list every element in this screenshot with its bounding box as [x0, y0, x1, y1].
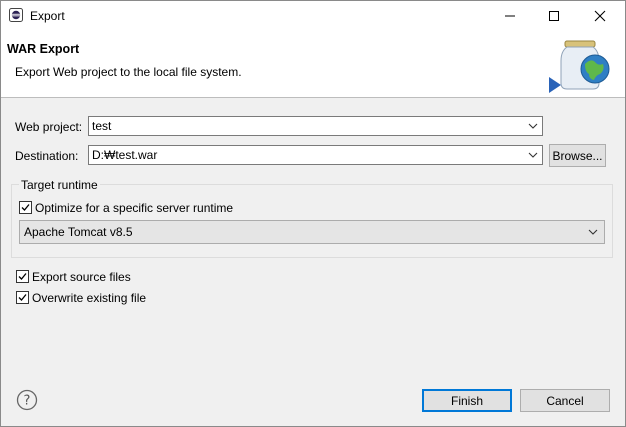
window-title: Export [30, 9, 65, 23]
checkmark-icon [18, 273, 27, 280]
maximize-icon [549, 11, 559, 21]
target-runtime-group-title: Target runtime [19, 178, 100, 192]
eclipse-app-icon [9, 8, 23, 22]
chevron-down-icon [528, 123, 538, 129]
web-project-label: Web project: [15, 120, 83, 134]
help-icon[interactable]: ? [16, 389, 38, 411]
optimize-runtime-label[interactable]: Optimize for a specific server runtime [35, 201, 233, 215]
destination-label: Destination: [15, 149, 79, 163]
minimize-icon [505, 15, 515, 17]
overwrite-file-label[interactable]: Overwrite existing file [32, 291, 146, 305]
maximize-button[interactable] [531, 1, 577, 31]
export-source-label[interactable]: Export source files [32, 270, 131, 284]
wizard-title: WAR Export [7, 42, 80, 56]
checkmark-icon [18, 294, 27, 301]
cancel-button[interactable]: Cancel [520, 389, 610, 412]
web-project-value: test [92, 119, 112, 133]
runtime-select-value: Apache Tomcat v8.5 [24, 225, 133, 239]
chevron-down-icon [588, 229, 598, 235]
wizard-header: WAR Export Export Web project to the loc… [1, 31, 625, 98]
web-project-combo[interactable]: test [88, 116, 543, 136]
checkmark-icon [21, 204, 30, 211]
minimize-button[interactable] [487, 1, 533, 31]
destination-combo[interactable]: D:₩test.war [88, 145, 543, 165]
runtime-select[interactable]: Apache Tomcat v8.5 [19, 220, 605, 244]
title-bar[interactable]: Export [1, 1, 625, 31]
destination-value: D:₩test.war [92, 148, 158, 162]
close-button[interactable] [577, 1, 623, 31]
close-icon [594, 10, 606, 22]
wizard-description: Export Web project to the local file sys… [15, 65, 242, 79]
export-source-checkbox[interactable] [16, 270, 29, 283]
svg-text:?: ? [24, 394, 31, 409]
overwrite-file-checkbox[interactable] [16, 291, 29, 304]
browse-button[interactable]: Browse... [549, 144, 606, 167]
optimize-runtime-checkbox[interactable] [19, 201, 32, 214]
war-export-wizard-icon [545, 37, 619, 95]
export-dialog: Export WAR Export Export Web project to … [0, 0, 626, 427]
finish-button[interactable]: Finish [422, 389, 512, 412]
chevron-down-icon [528, 152, 538, 158]
